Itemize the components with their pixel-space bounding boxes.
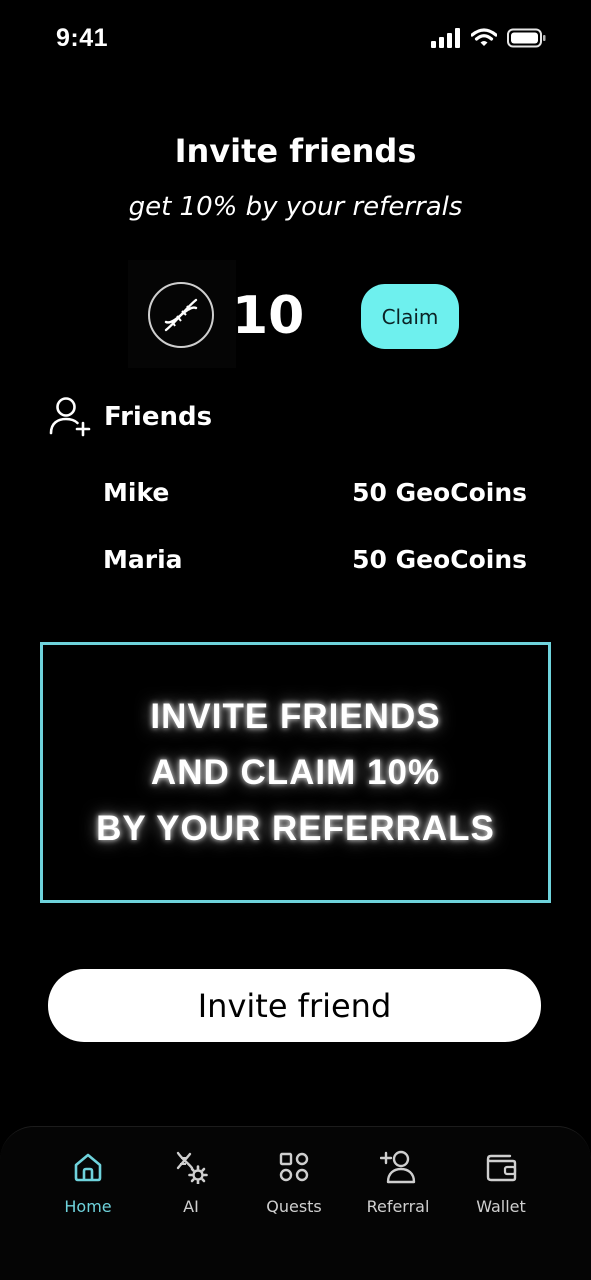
tab-ai[interactable]: AI xyxy=(146,1149,236,1216)
quests-grid-icon xyxy=(276,1149,312,1185)
friend-name: Maria xyxy=(103,545,183,574)
claim-button[interactable]: Claim xyxy=(361,284,459,349)
friend-reward: 50 GeoCoins xyxy=(352,545,527,574)
tab-bar: Home AI Quests Referral Wallet xyxy=(0,1126,591,1280)
battery-icon xyxy=(507,28,546,48)
friends-label: Friends xyxy=(104,402,213,432)
page-title: Invite friends xyxy=(174,132,417,170)
tab-wallet[interactable]: Wallet xyxy=(456,1149,546,1216)
wifi-icon xyxy=(471,28,497,46)
friend-name: Mike xyxy=(103,478,170,507)
tab-quests[interactable]: Quests xyxy=(249,1149,339,1216)
add-user-icon xyxy=(49,397,91,437)
status-bar: 9:41 xyxy=(0,0,591,80)
invite-friend-button[interactable]: Invite friend xyxy=(48,969,541,1042)
home-icon xyxy=(70,1149,106,1185)
tab-label: AI xyxy=(183,1197,199,1216)
add-user-icon xyxy=(380,1149,416,1185)
dna-coin-icon xyxy=(148,282,214,348)
tab-home[interactable]: Home xyxy=(43,1149,133,1216)
tab-referral[interactable]: Referral xyxy=(353,1149,443,1216)
page-subtitle: get 10% by your referrals xyxy=(128,192,463,222)
promo-line: BY YOUR REFERRALS xyxy=(96,808,495,848)
tab-label: Home xyxy=(64,1197,112,1216)
balance-value: 10 xyxy=(232,286,305,346)
friend-row: Maria 50 GeoCoins xyxy=(103,545,527,574)
signal-icon xyxy=(431,28,460,48)
friend-row: Mike 50 GeoCoins xyxy=(103,478,527,507)
wallet-icon xyxy=(483,1149,519,1185)
dna-gear-icon xyxy=(173,1149,209,1185)
tab-label: Referral xyxy=(366,1197,430,1216)
status-icons xyxy=(431,28,547,48)
friends-header: Friends xyxy=(48,396,212,438)
friend-reward: 50 GeoCoins xyxy=(352,478,527,507)
promo-banner: INVITE FRIENDS AND CLAIM 10% BY YOUR REF… xyxy=(40,642,551,903)
status-time: 9:41 xyxy=(56,24,109,52)
promo-line: AND CLAIM 10% xyxy=(150,752,441,792)
tab-label: Quests xyxy=(266,1197,322,1216)
promo-line: INVITE FRIENDS xyxy=(150,696,441,736)
tab-label: Wallet xyxy=(476,1197,526,1216)
